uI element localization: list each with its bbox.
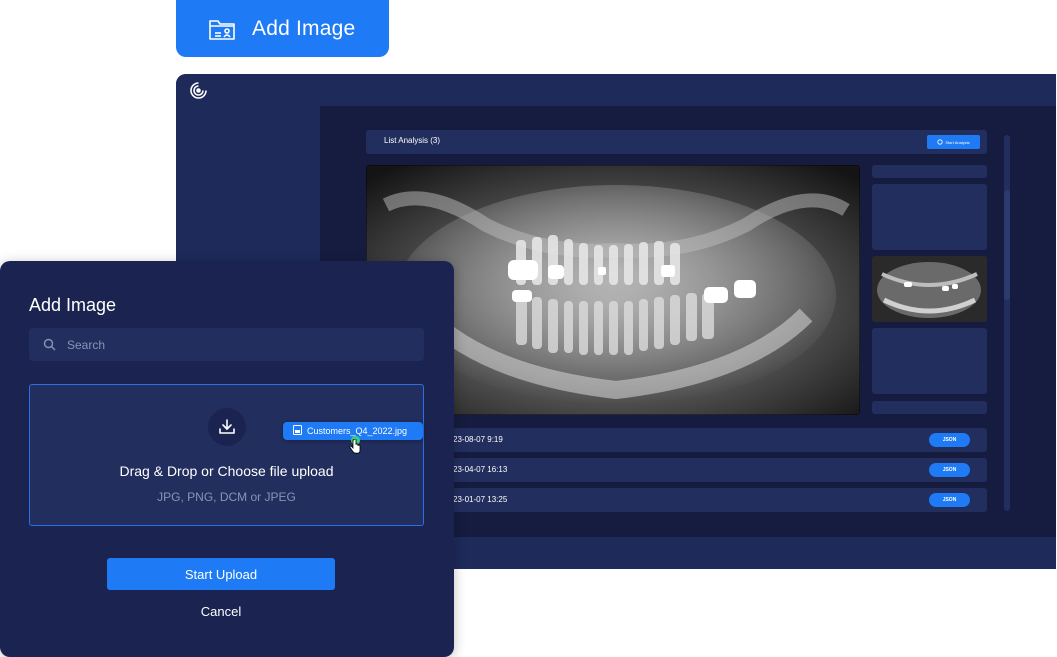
- scrollbar-thumb[interactable]: [1004, 190, 1010, 300]
- thumbnail-xray[interactable]: [872, 256, 987, 322]
- folder-image-icon: [208, 17, 236, 41]
- dropzone-formats: JPG, PNG, DCM or JPEG: [157, 490, 296, 504]
- analysis-row[interactable]: 23-01-07 13:25 JSON: [366, 488, 987, 512]
- add-image-button[interactable]: Add Image: [176, 0, 389, 57]
- thumbnail-placeholder[interactable]: [872, 328, 987, 394]
- cancel-button[interactable]: Cancel: [150, 601, 292, 623]
- json-button[interactable]: JSON: [929, 463, 970, 477]
- analysis-date: 23-01-07 13:25: [453, 495, 508, 504]
- search-input[interactable]: [67, 328, 407, 361]
- add-image-modal: Add Image Drag & Drop or Choose file upl…: [0, 261, 454, 657]
- json-button[interactable]: JSON: [929, 493, 970, 507]
- analysis-row[interactable]: 23-04-07 16:13 JSON: [366, 458, 987, 482]
- analysis-icon: [937, 138, 943, 146]
- download-icon: [208, 408, 246, 446]
- start-analysis-button[interactable]: Start Analysis: [927, 135, 980, 149]
- start-upload-button[interactable]: Start Upload: [107, 558, 335, 590]
- app-topbar: [176, 74, 1056, 106]
- search-box[interactable]: [29, 328, 424, 361]
- thumbnail-placeholder[interactable]: [872, 401, 987, 414]
- hand-pointer-icon: [349, 438, 361, 462]
- dragged-file-name: Customers_Q4_2022.jpg: [307, 426, 408, 436]
- dropzone-title: Drag & Drop or Choose file upload: [119, 463, 334, 479]
- file-dropzone[interactable]: Drag & Drop or Choose file upload JPG, P…: [29, 384, 424, 526]
- json-button[interactable]: JSON: [929, 433, 970, 447]
- analysis-row[interactable]: 23-08-07 9:19 JSON: [366, 428, 987, 452]
- scrollbar[interactable]: [1004, 135, 1010, 511]
- thumbnail-placeholder[interactable]: [872, 184, 987, 250]
- start-analysis-label: Start Analysis: [945, 139, 970, 145]
- search-icon: [43, 338, 56, 356]
- image-file-icon: [293, 425, 302, 437]
- analysis-list-title: List Analysis (3): [384, 136, 441, 145]
- analysis-date: 23-08-07 9:19: [453, 435, 503, 444]
- analysis-list-header: List Analysis (3) Start Analysis: [366, 130, 987, 154]
- thumbnail-placeholder[interactable]: [872, 165, 987, 178]
- analysis-date: 23-04-07 16:13: [453, 465, 508, 474]
- modal-title: Add Image: [29, 295, 117, 315]
- add-image-label: Add Image: [252, 16, 356, 40]
- app-logo-icon: [189, 81, 208, 105]
